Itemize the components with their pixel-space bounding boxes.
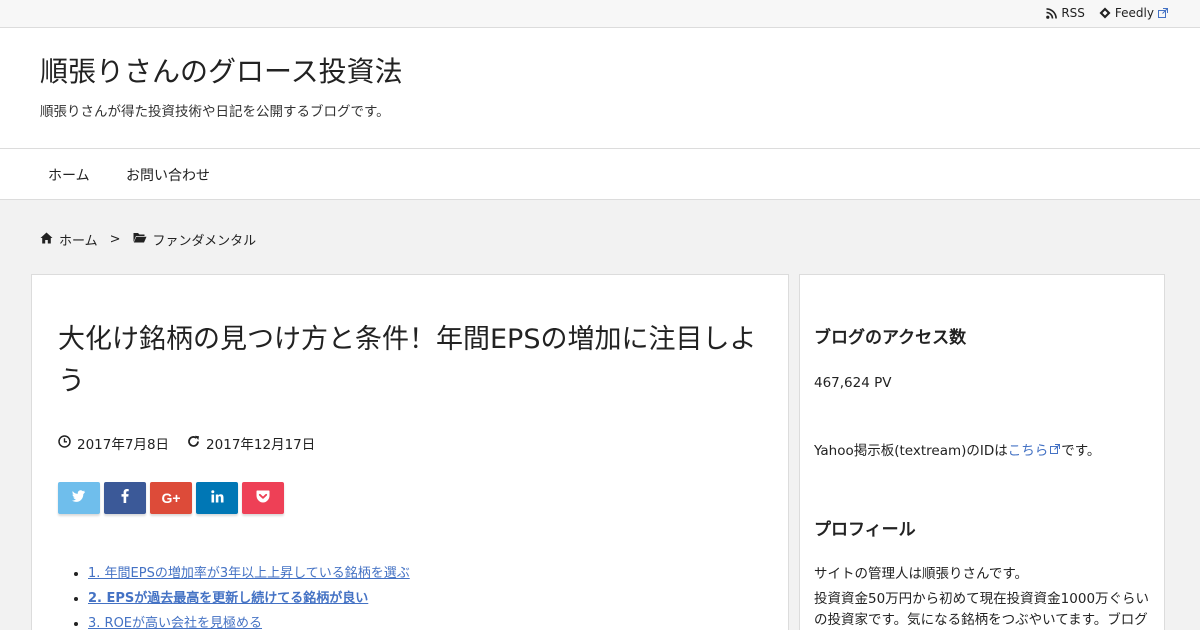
- sidebar: ブログのアクセス数 467,624 PV Yahoo掲示板(textream)の…: [799, 274, 1165, 630]
- profile-widget-title: プロフィール: [814, 520, 916, 540]
- toc-item: 3. ROEが高い会社を見極める: [88, 611, 410, 630]
- toc-link-2[interactable]: 2. EPSが過去最高を更新し続けてる銘柄が良い: [88, 591, 368, 606]
- pocket-share-button[interactable]: [242, 482, 284, 514]
- yahoo-id-text: Yahoo掲示板(textream)のIDはこちら です。: [814, 439, 1100, 460]
- share-buttons: G+: [58, 482, 284, 514]
- breadcrumb: ホーム > ファンダメンタル: [40, 230, 256, 249]
- site-header: 順張りさんのグロース投資法 順張りさんが得た投資技術や日記を公開するブログです。: [0, 28, 1200, 149]
- toc-link-3[interactable]: 3. ROEが高い会社を見極める: [88, 616, 262, 630]
- yahoo-text-before: Yahoo掲示板(textream)のIDは: [814, 443, 1008, 459]
- breadcrumb-category[interactable]: ファンダメンタル: [153, 230, 257, 249]
- external-link-icon: [1050, 442, 1061, 458]
- google-plus-share-button[interactable]: G+: [150, 482, 192, 514]
- folder-open-icon: [133, 232, 147, 247]
- external-link-icon: [1158, 8, 1168, 18]
- clock-icon: [58, 434, 71, 452]
- facebook-icon: [121, 489, 129, 507]
- yahoo-id-link[interactable]: こちら: [1008, 443, 1049, 459]
- article-title: 大化け銘柄の見つけ方と条件！年間EPSの増加に注目しよう: [58, 324, 757, 397]
- article-main: 大化け銘柄の見つけ方と条件！年間EPSの増加に注目しよう 2017年7月8日 2…: [31, 274, 789, 630]
- twitter-share-button[interactable]: [58, 482, 100, 514]
- published-date: 2017年7月8日: [77, 437, 170, 453]
- linkedin-share-button[interactable]: [196, 482, 238, 514]
- follow-links: RSS Feedly: [1046, 6, 1168, 20]
- access-count: 467,624 PV: [814, 375, 892, 391]
- toc-item: 2. EPSが過去最高を更新し続けてる銘柄が良い: [88, 586, 410, 611]
- table-of-contents: 1. 年間EPSの増加率が3年以上上昇している銘柄を選ぶ 2. EPSが過去最高…: [88, 561, 410, 630]
- twitter-icon: [72, 490, 86, 506]
- breadcrumb-home[interactable]: ホーム: [59, 230, 98, 249]
- pocket-icon: [256, 490, 270, 507]
- rss-label: RSS: [1061, 6, 1085, 20]
- rss-icon: [1046, 7, 1058, 19]
- feedly-link[interactable]: Feedly: [1099, 6, 1168, 20]
- google-plus-icon: G+: [161, 490, 181, 506]
- nav-item-contact[interactable]: お問い合わせ: [126, 165, 210, 185]
- yahoo-text-after: です。: [1061, 443, 1101, 459]
- refresh-icon: [187, 435, 200, 452]
- home-icon: [40, 232, 53, 248]
- rss-link[interactable]: RSS: [1046, 6, 1085, 20]
- profile-line-1: サイトの管理人は順張りさんです。: [814, 566, 1028, 582]
- access-widget-title: ブログのアクセス数: [814, 328, 967, 348]
- feedly-icon: [1099, 7, 1111, 19]
- toc-link-1[interactable]: 1. 年間EPSの増加率が3年以上上昇している銘柄を選ぶ: [88, 566, 410, 581]
- breadcrumb-separator: >: [109, 232, 121, 247]
- facebook-share-button[interactable]: [104, 482, 146, 514]
- feedly-label: Feedly: [1114, 6, 1154, 20]
- main-navigation: ホーム お問い合わせ: [0, 149, 1200, 200]
- site-title[interactable]: 順張りさんのグロース投資法: [40, 50, 403, 90]
- toc-item: 1. 年間EPSの増加率が3年以上上昇している銘柄を選ぶ: [88, 561, 410, 586]
- linkedin-icon: [210, 489, 224, 507]
- profile-line-2: 投資資金50万円から初めて現在投資資金1000万ぐらいの投資家です。気になる銘柄…: [814, 591, 1150, 628]
- site-description: 順張りさんが得た投資技術や日記を公開するブログです。: [40, 104, 390, 120]
- nav-item-home[interactable]: ホーム: [48, 165, 90, 185]
- article-dates: 2017年7月8日 2017年12月17日: [58, 433, 315, 453]
- updated-date: 2017年12月17日: [206, 437, 316, 453]
- top-bar: RSS Feedly: [0, 0, 1200, 28]
